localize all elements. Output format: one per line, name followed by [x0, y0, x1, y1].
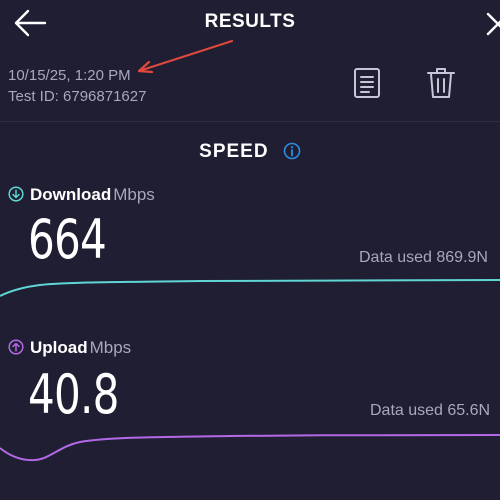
upload-data-used: Data used 65.6N — [370, 402, 491, 419]
arrow-up-circle-icon — [8, 339, 24, 355]
document-icon — [354, 68, 380, 98]
upload-unit: Mbps — [89, 338, 132, 357]
download-label-text: Download — [30, 185, 112, 204]
download-unit: Mbps — [113, 185, 155, 204]
close-button[interactable] — [482, 8, 500, 38]
upload-speed-value: 40.8 — [28, 363, 119, 426]
download-label: Download Mbps — [8, 185, 155, 205]
divider — [0, 121, 500, 122]
trash-icon — [427, 68, 455, 98]
test-date: 10/15/25, 1:20 PM — [8, 67, 131, 84]
delete-result-button[interactable] — [424, 66, 458, 100]
download-data-used: Data used 869.9N — [359, 249, 488, 266]
download-speed-graph — [0, 279, 500, 297]
info-icon[interactable] — [283, 142, 301, 160]
test-id: Test ID: 6796871627 — [8, 88, 147, 105]
upload-label: Upload Mbps — [8, 338, 131, 358]
speed-heading-label: SPEED — [199, 141, 269, 162]
view-report-button[interactable] — [352, 66, 382, 100]
close-icon — [486, 12, 500, 36]
upload-speed-graph — [0, 434, 500, 462]
red-arrow-icon — [137, 39, 234, 74]
arrow-down-circle-icon — [8, 186, 24, 202]
page-title: RESULTS — [204, 11, 296, 32]
section-heading-speed: SPEED — [0, 141, 500, 163]
download-speed-value: 664 — [28, 208, 107, 271]
upload-label-text: Upload — [30, 338, 88, 357]
